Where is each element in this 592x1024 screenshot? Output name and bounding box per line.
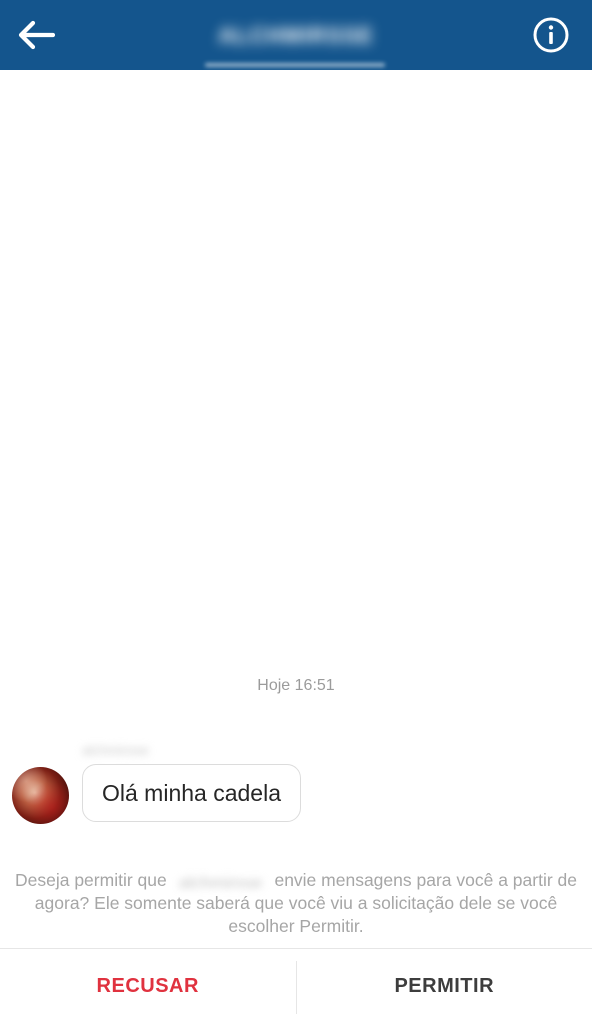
info-circle-icon bbox=[533, 17, 569, 53]
info-button[interactable] bbox=[532, 16, 570, 54]
request-username: alchmirsse bbox=[178, 873, 263, 888]
conversation-title: ALCHMIRSSE bbox=[218, 23, 374, 48]
message-request-notice: Deseja permitir que alchmirsse envie men… bbox=[14, 869, 578, 938]
sender-username: alchmirsse bbox=[82, 742, 149, 758]
request-action-bar: RECUSAR PERMITIR bbox=[0, 949, 592, 1024]
arrow-left-icon bbox=[18, 20, 55, 50]
conversation-subtitle bbox=[205, 63, 385, 67]
allow-button[interactable]: PERMITIR bbox=[297, 949, 592, 1024]
message-text: Olá minha cadela bbox=[102, 779, 281, 806]
message-timestamp: Hoje 16:51 bbox=[257, 677, 335, 694]
message-bubble[interactable]: Olá minha cadela bbox=[82, 764, 301, 822]
direct-message-request-screen: ALCHMIRSSE Hoje 16:51 alchmirsse Olá min… bbox=[0, 0, 592, 1024]
sender-avatar[interactable] bbox=[12, 767, 69, 824]
top-bar: ALCHMIRSSE bbox=[0, 0, 592, 70]
avatar-photo bbox=[12, 767, 69, 824]
request-text-before: Deseja permitir que bbox=[14, 870, 172, 890]
decline-button[interactable]: RECUSAR bbox=[0, 949, 296, 1024]
back-button[interactable] bbox=[12, 12, 60, 58]
